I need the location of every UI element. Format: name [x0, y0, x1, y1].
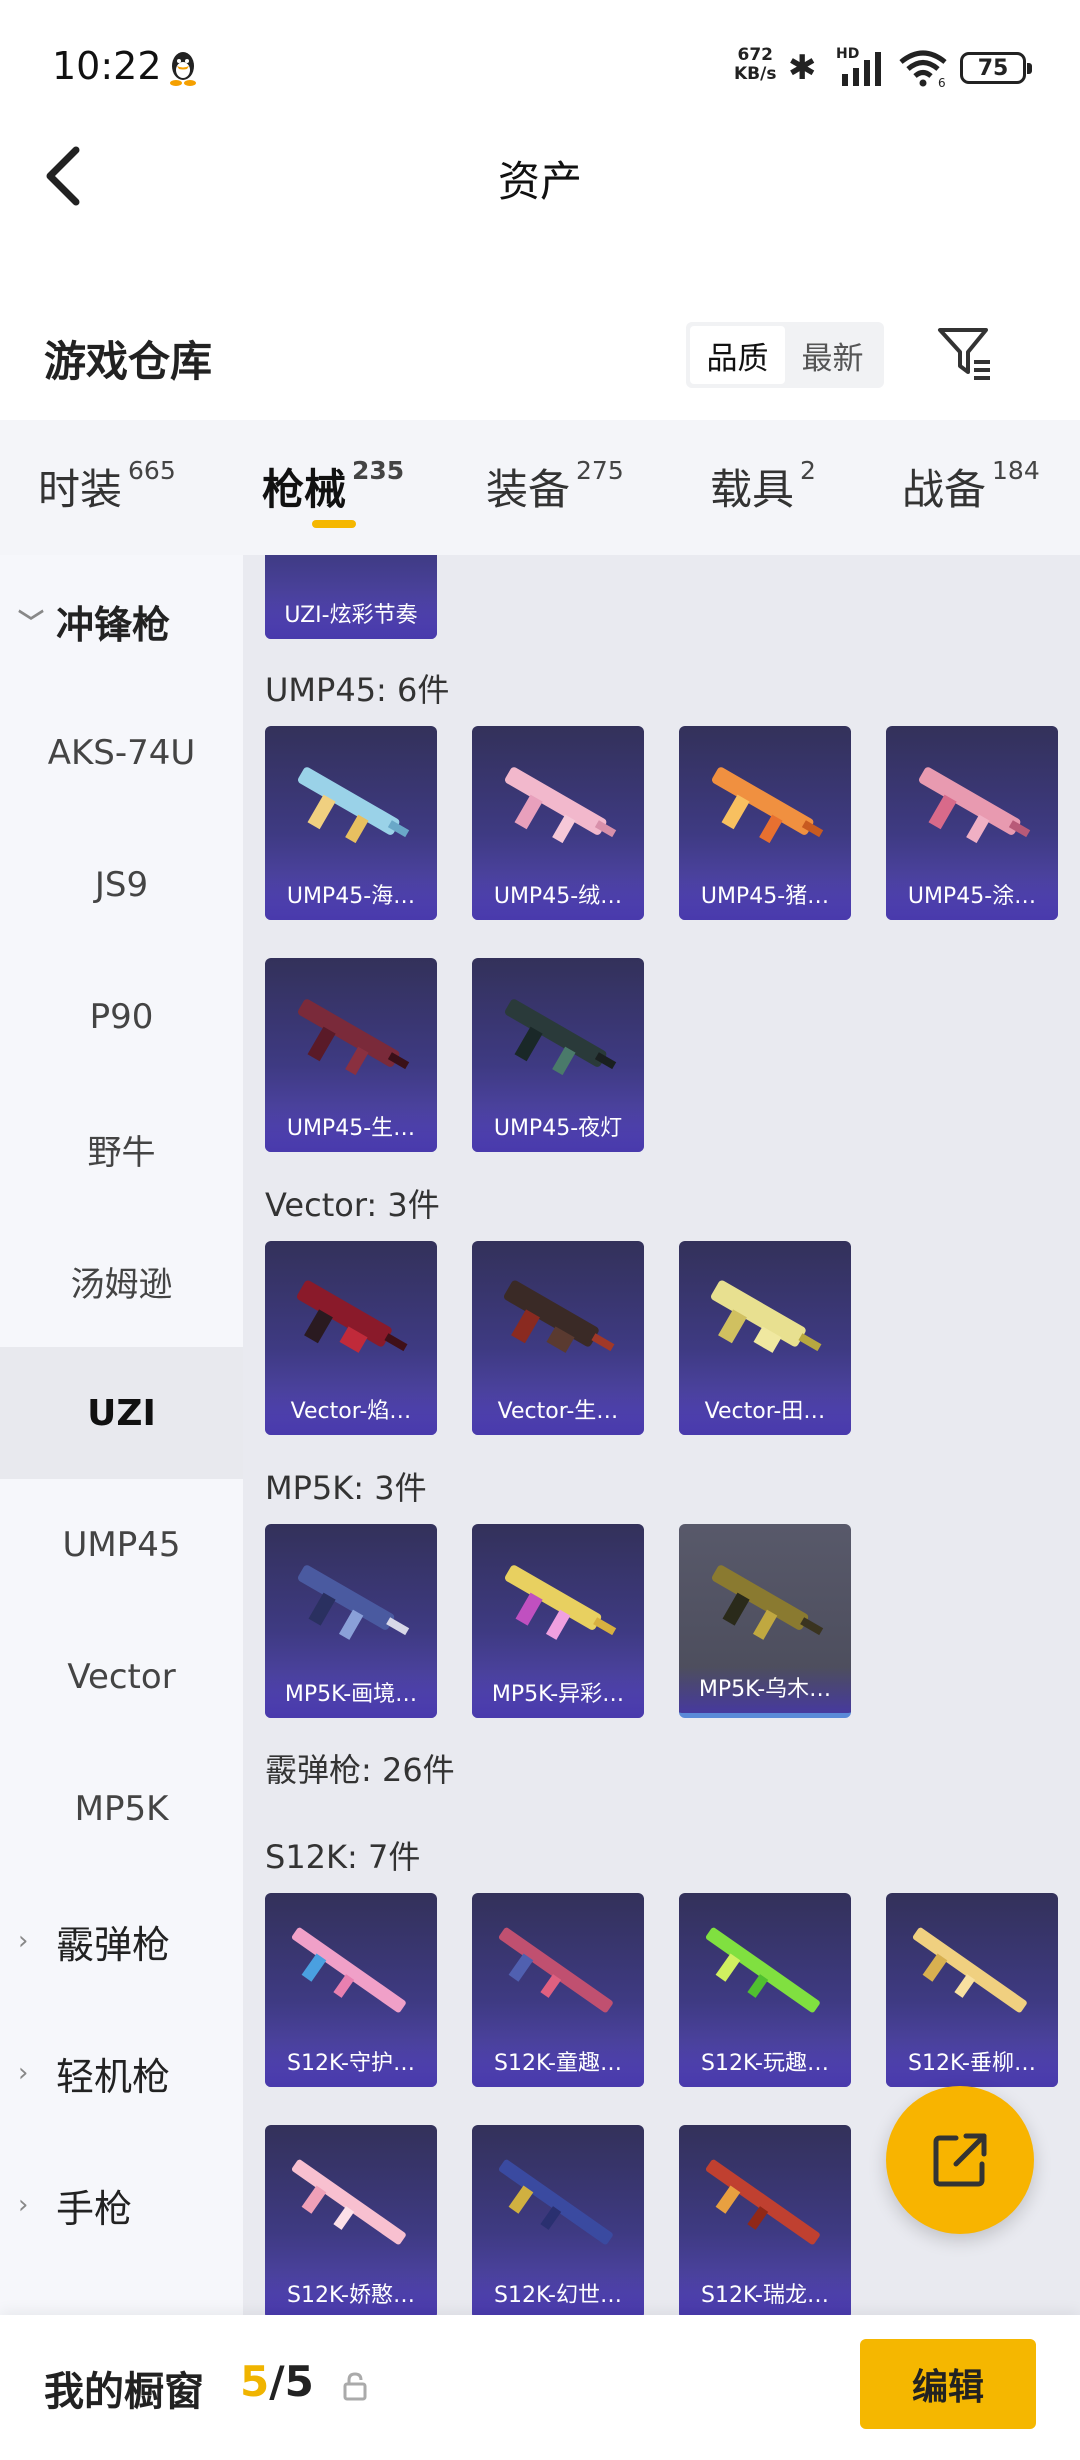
warehouse-title: 游戏仓库 — [44, 337, 213, 386]
sort-option-newest[interactable]: 最新 — [785, 326, 880, 384]
weapon-sidebar: ﹀ 冲锋枪 AKS-74U JS9 P90 野牛 汤姆逊 UZI UMP45 V… — [0, 555, 243, 2315]
sidebar-item-bizon[interactable]: 野牛 — [0, 1083, 243, 1215]
weapon-card[interactable]: Vector-生… — [472, 1241, 644, 1435]
sidebar-item-thompson[interactable]: 汤姆逊 — [0, 1215, 243, 1347]
weapon-card[interactable]: UZI-炫彩节奏 — [265, 555, 437, 639]
section-title: Vector: 3件 — [265, 1186, 440, 1224]
weapon-card[interactable]: S12K-垂柳… — [886, 1893, 1058, 2087]
sidebar-group-lmg[interactable]: › 轻机枪 — [0, 2007, 243, 2139]
sidebar-item-vector[interactable]: Vector — [0, 1611, 243, 1743]
shotgun-skin-icon — [498, 2159, 613, 2245]
smg-skin-icon — [298, 767, 410, 844]
smg-skin-icon — [919, 767, 1031, 844]
shotgun-skin-icon — [498, 1927, 613, 2013]
showcase-title: 我的橱窗 — [44, 2369, 204, 2415]
weapon-card[interactable]: UMP45-绒… — [472, 726, 644, 920]
sidebar-item-p90[interactable]: P90 — [0, 951, 243, 1083]
share-external-icon — [933, 2133, 987, 2187]
smg-skin-icon — [712, 1565, 824, 1640]
qq-icon — [170, 52, 196, 86]
edit-button[interactable]: 编辑 — [860, 2339, 1036, 2429]
wifi-icon: 6 — [899, 50, 947, 88]
weapon-card[interactable]: UMP45-生… — [265, 958, 437, 1152]
weapon-card[interactable]: MP5K-异彩… — [472, 1524, 644, 1718]
svg-text:HD: HD — [836, 46, 859, 62]
section-title: S12K: 7件 — [265, 1838, 421, 1876]
weapon-card[interactable]: UMP45-猪… — [679, 726, 851, 920]
smg-skin-icon — [298, 1565, 410, 1640]
smg-skin-icon — [505, 1565, 617, 1640]
bluetooth-icon: ✱ — [788, 48, 817, 88]
share-button[interactable] — [886, 2086, 1034, 2234]
smg-skin-icon — [297, 1280, 408, 1353]
section-title: MP5K: 3件 — [265, 1469, 427, 1507]
chevron-right-icon: › — [18, 2058, 29, 2088]
weapon-grid: UZI-炫彩节奏 UMP45: 6件 UMP45-海… UMP45-绒… UMP… — [243, 555, 1080, 2315]
sidebar-item-mp5k[interactable]: MP5K — [0, 1743, 243, 1875]
smg-skin-icon — [505, 999, 617, 1076]
chevron-right-icon: › — [18, 2190, 29, 2220]
smg-skin-icon — [712, 767, 824, 844]
weapon-card[interactable]: UMP45-涂… — [886, 726, 1058, 920]
chevron-right-icon: › — [18, 1926, 29, 1956]
network-speed: 672 KB/s — [734, 45, 777, 84]
smg-skin-icon — [504, 1280, 615, 1353]
chevron-down-icon: ﹀ — [18, 608, 45, 639]
sort-toggle: 品质 最新 — [686, 322, 884, 388]
weapon-card[interactable]: S12K-童趣… — [472, 1893, 644, 2087]
smg-skin-icon — [711, 1280, 822, 1353]
sort-option-quality[interactable]: 品质 — [690, 326, 785, 384]
filter-list-icon[interactable] — [934, 322, 996, 384]
smg-skin-icon — [298, 999, 410, 1076]
showcase-count: 5/5 — [240, 2357, 314, 2406]
sidebar-group-pistol[interactable]: › 手枪 — [0, 2139, 243, 2271]
weapon-card[interactable]: S12K-玩趣… — [679, 1893, 851, 2087]
weapon-card[interactable]: S12K-幻世… — [472, 2125, 644, 2315]
tab-fashion[interactable]: 时装 665 — [38, 456, 176, 517]
status-bar: 10:22 672 KB/s ✱ HD 6 75 — [0, 0, 1080, 135]
signal-icon: HD — [836, 46, 881, 86]
lock-icon — [343, 2372, 367, 2401]
category-title: 霰弹枪: 26件 — [265, 1751, 455, 1789]
active-tab-indicator — [312, 520, 356, 528]
weapon-card[interactable]: UMP45-夜灯 — [472, 958, 644, 1152]
sidebar-item-js9[interactable]: JS9 — [0, 819, 243, 951]
tab-guns[interactable]: 枪械 235 — [262, 456, 404, 517]
sidebar-group-smg[interactable]: ﹀ 冲锋枪 — [0, 555, 243, 687]
weapon-card[interactable]: S12K-守护… — [265, 1893, 437, 2087]
tab-vehicles[interactable]: 载具 2 — [710, 456, 816, 517]
status-time: 10:22 — [52, 44, 162, 88]
category-tabs: 时装 665 枪械 235 装备 275 载具 2 战备 184 — [0, 420, 1080, 555]
page-title: 资产 — [497, 157, 582, 206]
shotgun-skin-icon — [912, 1927, 1027, 2013]
battery-indicator: 75 — [960, 52, 1032, 84]
shotgun-skin-icon — [705, 2159, 820, 2245]
showcase-bar: 我的橱窗 5/5 编辑 — [0, 2315, 1080, 2460]
weapon-card[interactable]: Vector-焰… — [265, 1241, 437, 1435]
smg-skin-icon — [505, 767, 617, 844]
svg-text:6: 6 — [938, 76, 946, 88]
shotgun-skin-icon — [705, 1927, 820, 2013]
weapon-card[interactable]: MP5K-乌木… — [679, 1524, 851, 1718]
sidebar-item-uzi[interactable]: UZI — [0, 1347, 243, 1479]
tab-equipment[interactable]: 装备 275 — [486, 456, 624, 517]
weapon-card[interactable]: S12K-娇憨… — [265, 2125, 437, 2315]
sidebar-item-ump45[interactable]: UMP45 — [0, 1479, 243, 1611]
weapon-card[interactable]: S12K-瑞龙… — [679, 2125, 851, 2315]
sidebar-item-aks74u[interactable]: AKS-74U — [0, 687, 243, 819]
weapon-card[interactable]: UMP45-海… — [265, 726, 437, 920]
shotgun-skin-icon — [291, 2159, 406, 2245]
weapon-card[interactable]: MP5K-画境… — [265, 1524, 437, 1718]
section-title: UMP45: 6件 — [265, 671, 450, 709]
weapon-card[interactable]: Vector-田… — [679, 1241, 851, 1435]
tab-supplies[interactable]: 战备 184 — [902, 456, 1040, 517]
sidebar-group-shotgun[interactable]: › 霰弹枪 — [0, 1875, 243, 2007]
shotgun-skin-icon — [291, 1927, 406, 2013]
